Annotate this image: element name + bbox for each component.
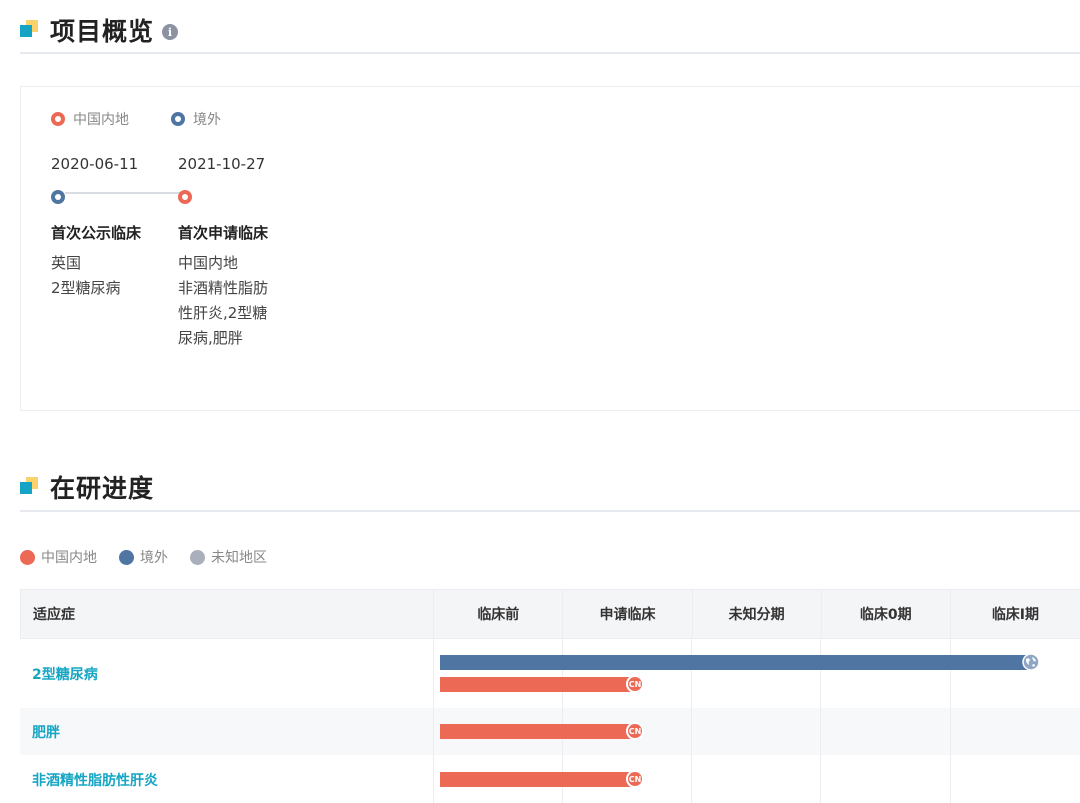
header-indication: 适应症 xyxy=(21,590,435,638)
event-indication: 非酒精性脂肪性肝炎,2型糖尿病,肥胖 xyxy=(178,279,269,347)
progress-divider xyxy=(20,510,1080,512)
timeline-event: 2021-10-27 首次申请临床 中国内地 非酒精性脂肪性肝炎,2型糖尿病,肥… xyxy=(178,155,298,351)
legend-item-mainland: 中国内地 xyxy=(20,547,97,567)
timeline-event: 2020-06-11 首次公示临床 英国 2型糖尿病 xyxy=(51,155,171,301)
section-icon xyxy=(20,477,40,497)
header-stage: 申请临床 xyxy=(563,590,693,638)
dot-icon xyxy=(190,549,205,565)
progress-table: 适应症 临床前 申请临床 未知分期 临床0期 临床I期 2型糖尿病 CN 肥胖 … xyxy=(20,589,1080,803)
info-icon[interactable]: i xyxy=(162,24,179,40)
dot-icon xyxy=(119,549,134,565)
header-stage: 临床0期 xyxy=(822,590,951,638)
progress-bar-mainland[interactable] xyxy=(440,677,634,692)
event-date: 2020-06-11 xyxy=(51,155,139,173)
progress-legend: 中国内地 境外 未知地区 xyxy=(20,547,289,567)
indication-link[interactable]: 肥胖 xyxy=(20,708,434,755)
legend-label: 中国内地 xyxy=(41,550,97,566)
indication-link[interactable]: 非酒精性脂肪性肝炎 xyxy=(20,755,434,803)
cn-badge: CN xyxy=(626,770,644,788)
overview-legend: 中国内地 境外 xyxy=(51,109,263,129)
event-title: 首次申请临床 xyxy=(178,224,269,242)
table-row: 非酒精性脂肪性肝炎 CN xyxy=(20,755,1080,803)
progress-bar-mainland[interactable] xyxy=(440,772,634,787)
progress-bar-overseas[interactable] xyxy=(440,655,1030,670)
table-row: 2型糖尿病 CN xyxy=(20,639,1080,708)
ring-dot-icon xyxy=(171,112,185,126)
cn-badge: CN xyxy=(626,722,644,740)
overview-title: 项目概览 xyxy=(50,17,155,46)
legend-label: 境外 xyxy=(193,112,221,128)
event-indication: 2型糖尿病 xyxy=(51,279,121,297)
legend-item-overseas: 境外 xyxy=(171,109,221,129)
timeline-dot-icon xyxy=(178,190,192,204)
legend-item-overseas: 境外 xyxy=(119,547,168,567)
overview-divider xyxy=(20,52,1080,54)
table-header: 适应症 临床前 申请临床 未知分期 临床0期 临床I期 xyxy=(20,589,1080,639)
header-stage: 未知分期 xyxy=(693,590,822,638)
globe-icon xyxy=(1022,653,1040,671)
timeline-dot-icon xyxy=(51,190,65,204)
progress-header: 在研进度 xyxy=(20,467,154,507)
ring-dot-icon xyxy=(51,112,65,126)
legend-item-mainland: 中国内地 xyxy=(51,109,129,129)
event-region: 英国 xyxy=(51,254,82,272)
header-stage: 临床I期 xyxy=(991,607,1040,623)
overview-card: 中国内地 境外 2020-06-11 首次公示临床 英国 2型糖尿病 2021-… xyxy=(20,86,1080,411)
legend-label: 中国内地 xyxy=(73,112,129,128)
indication-link[interactable]: 2型糖尿病 xyxy=(20,639,434,708)
overview-header: 项目概览 i xyxy=(20,10,179,50)
legend-label: 未知地区 xyxy=(211,550,267,566)
legend-label: 境外 xyxy=(140,550,168,566)
table-row: 肥胖 CN xyxy=(20,708,1080,755)
event-title: 首次公示临床 xyxy=(51,224,142,242)
event-date: 2021-10-27 xyxy=(178,155,266,173)
event-region: 中国内地 xyxy=(178,254,239,272)
header-stage: 临床前 xyxy=(434,590,564,638)
section-icon xyxy=(20,20,40,40)
dot-icon xyxy=(20,549,35,565)
legend-item-unknown: 未知地区 xyxy=(190,547,267,567)
cn-badge: CN xyxy=(626,675,644,693)
progress-bar-mainland[interactable] xyxy=(440,724,634,739)
progress-title: 在研进度 xyxy=(50,474,155,503)
